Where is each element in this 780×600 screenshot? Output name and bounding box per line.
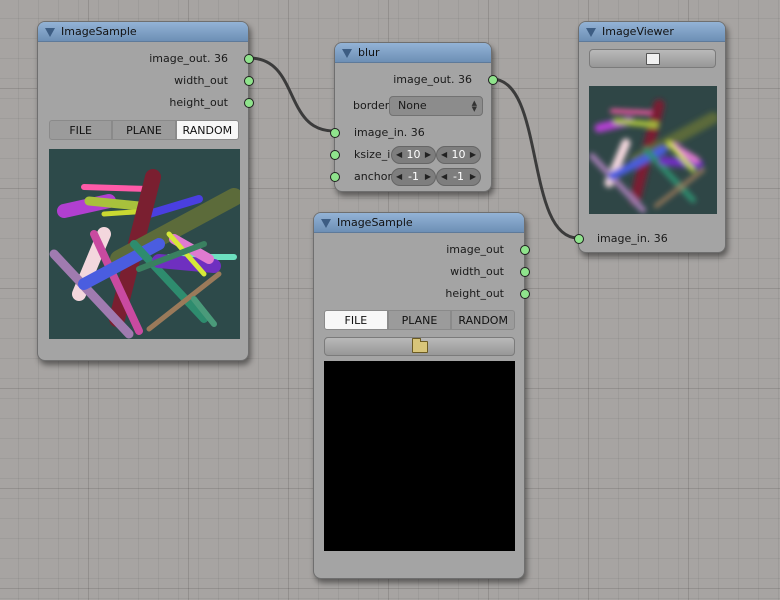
- ksize-x-field[interactable]: ◀ 10 ▶: [391, 146, 436, 164]
- socket-height-out[interactable]: [244, 98, 254, 108]
- image-view-icon: [645, 52, 660, 65]
- node-title: ImageSample: [337, 216, 413, 229]
- anchor-y-field[interactable]: ◀ -1 ▶: [436, 168, 481, 186]
- socket-image-in[interactable]: [574, 234, 584, 244]
- socket-image-out[interactable]: [488, 75, 498, 85]
- image-preview: [324, 361, 515, 551]
- socket-anchor-in[interactable]: [330, 172, 340, 182]
- updown-arrows-icon: ▲ ▼: [471, 99, 477, 113]
- node-title: blur: [358, 46, 380, 59]
- tab-file[interactable]: FILE: [324, 310, 388, 330]
- anchor-label: anchor: [354, 170, 392, 183]
- anchor-y-value: -1: [453, 170, 464, 183]
- border-label: border: [353, 99, 390, 112]
- output-height-out: height_out: [445, 287, 504, 300]
- source-tabs: FILE PLANE RANDOM: [49, 120, 239, 140]
- socket-ksize-in[interactable]: [330, 150, 340, 160]
- collapse-triangle-icon[interactable]: [586, 28, 596, 37]
- node-header[interactable]: blur: [335, 43, 491, 63]
- border-dropdown[interactable]: None ▲ ▼: [389, 96, 483, 116]
- output-image-out: image_out: [446, 243, 504, 256]
- blur-node[interactable]: blur image_out. 36 border None ▲ ▼ image_…: [330, 42, 498, 192]
- node-title: ImageSample: [61, 25, 137, 38]
- anchor-x-value: -1: [408, 170, 419, 183]
- socket-width-out[interactable]: [520, 267, 530, 277]
- output-height-out: height_out: [169, 96, 228, 109]
- output-width-out: width_out: [450, 265, 504, 278]
- ksize-y-value: 10: [451, 148, 466, 161]
- blurred-image: [589, 99, 717, 213]
- socket-height-out[interactable]: [520, 289, 530, 299]
- tab-file[interactable]: FILE: [49, 120, 113, 140]
- anchor-x-field[interactable]: ◀ -1 ▶: [391, 168, 436, 186]
- increment-arrow-icon[interactable]: ▶: [470, 147, 476, 163]
- tab-random[interactable]: RANDOM: [175, 120, 239, 140]
- tab-random[interactable]: RANDOM: [451, 310, 516, 330]
- viewer-preview: [589, 86, 717, 214]
- tab-plane[interactable]: PLANE: [112, 120, 176, 140]
- open-file-button[interactable]: [324, 337, 515, 356]
- node-header[interactable]: ImageSample: [38, 22, 248, 42]
- ksize-y-field[interactable]: ◀ 10 ▶: [436, 146, 481, 164]
- decrement-arrow-icon[interactable]: ◀: [441, 147, 447, 163]
- input-image-in: image_in. 36: [354, 126, 425, 139]
- output-image-out: image_out. 36: [149, 52, 228, 65]
- folder-icon: [411, 337, 428, 353]
- decrement-arrow-icon[interactable]: ◀: [396, 147, 402, 163]
- decrement-arrow-icon[interactable]: ◀: [441, 169, 447, 185]
- node-header[interactable]: ImageSample: [314, 213, 524, 233]
- output-image-out: image_out. 36: [393, 73, 472, 86]
- node-title: ImageViewer: [602, 25, 674, 38]
- output-width-out: width_out: [174, 74, 228, 87]
- ksize-x-value: 10: [406, 148, 421, 161]
- socket-image-out[interactable]: [244, 54, 254, 64]
- source-tabs: FILE PLANE RANDOM: [324, 310, 516, 330]
- random-shapes-image: [49, 169, 240, 339]
- socket-width-out[interactable]: [244, 76, 254, 86]
- input-image-in: image_in. 36: [597, 232, 668, 245]
- socket-image-in[interactable]: [330, 128, 340, 138]
- collapse-triangle-icon[interactable]: [321, 219, 331, 228]
- tab-plane[interactable]: PLANE: [387, 310, 452, 330]
- node-header[interactable]: ImageViewer: [579, 22, 725, 42]
- imageviewer-node[interactable]: ImageViewer image_in. 36: [574, 21, 726, 253]
- collapse-triangle-icon[interactable]: [342, 49, 352, 58]
- imagesample-node-file[interactable]: ImageSample image_out width_out height_o…: [313, 212, 530, 579]
- increment-arrow-icon[interactable]: ▶: [425, 169, 431, 185]
- ksize-label: ksize_i: [354, 148, 391, 161]
- view-image-button[interactable]: [589, 49, 716, 68]
- decrement-arrow-icon[interactable]: ◀: [396, 169, 402, 185]
- link-imagesample-to-blur: [248, 56, 335, 133]
- image-preview: [49, 149, 240, 339]
- imagesample-node-random[interactable]: ImageSample image_out. 36 width_out heig…: [37, 21, 254, 361]
- border-dropdown-value: None: [398, 99, 427, 112]
- increment-arrow-icon[interactable]: ▶: [425, 147, 431, 163]
- collapse-triangle-icon[interactable]: [45, 28, 55, 37]
- socket-image-out[interactable]: [520, 245, 530, 255]
- increment-arrow-icon[interactable]: ▶: [470, 169, 476, 185]
